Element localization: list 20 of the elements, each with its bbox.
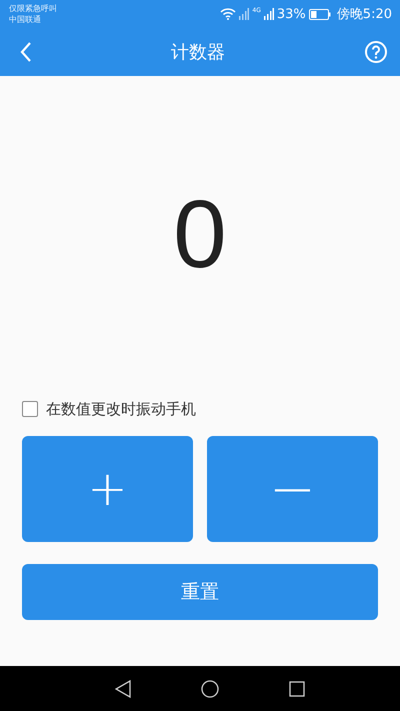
home-icon[interactable] [201,680,219,698]
minus-button[interactable]: − [207,436,378,542]
status-notice: 仅限紧急呼叫 [9,3,57,14]
battery-icon [308,8,331,20]
help-button[interactable] [364,40,388,64]
vibrate-label: 在数值更改时振动手机 [46,400,196,418]
back-icon[interactable] [115,680,131,698]
recent-apps-icon[interactable] [289,680,305,696]
reset-button[interactable]: 重置 [22,564,378,620]
carrier-name: 中国联通 [9,14,42,25]
back-button[interactable] [20,41,32,63]
page-title: 计数器 [171,41,225,64]
vibrate-checkbox[interactable] [22,401,38,417]
wifi-icon [220,8,236,20]
battery-percent: 33% [276,6,306,22]
signal-icon [239,8,250,20]
signal-icon [264,8,274,20]
plus-button[interactable]: + [22,436,193,542]
status-time: 傍晚5:20 [336,6,392,23]
counter-value: 0 [172,180,228,290]
